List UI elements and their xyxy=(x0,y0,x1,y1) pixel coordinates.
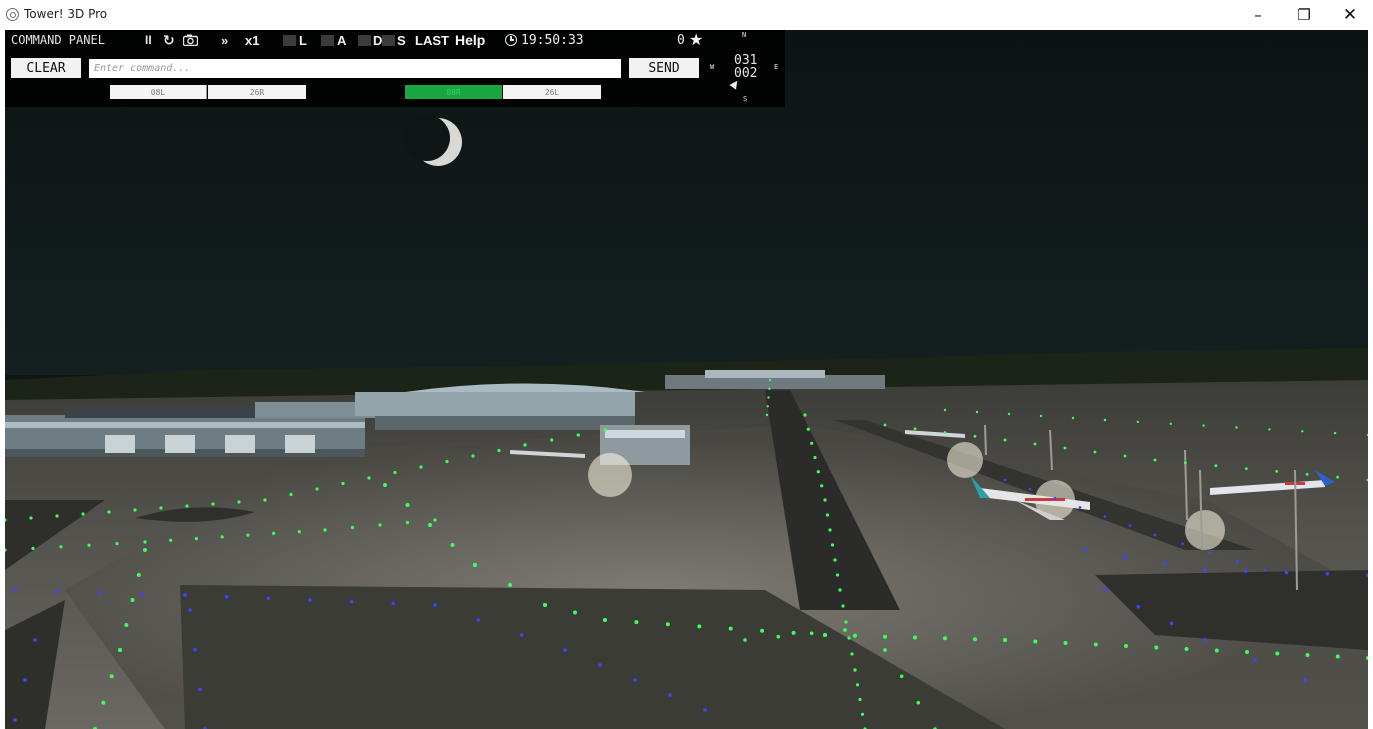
3d-viewport[interactable]: COMMAND PANEL II ↻ » x1 L A D S LAST Hel… xyxy=(5,30,1368,729)
command-panel: COMMAND PANEL II ↻ » x1 L A D S LAST Hel… xyxy=(5,30,785,107)
wind-speed: 002 xyxy=(734,66,758,81)
maximize-button[interactable]: ❐ xyxy=(1281,0,1327,30)
sim-clock: 19:50:33 xyxy=(521,33,584,48)
runway-26r-button[interactable]: 26R xyxy=(208,85,306,99)
send-button[interactable]: SEND xyxy=(629,58,699,78)
last-button[interactable]: LAST xyxy=(415,33,449,48)
compass-south: S xyxy=(743,95,748,103)
toggle-s-label: S xyxy=(397,33,406,48)
toggle-a-label: A xyxy=(337,33,347,48)
minimize-button[interactable]: – xyxy=(1235,0,1281,30)
star-icon: ★ xyxy=(689,32,704,49)
toggle-d-checkbox[interactable] xyxy=(358,35,371,46)
panel-title: COMMAND PANEL xyxy=(11,33,105,47)
fast-forward-icon[interactable]: » xyxy=(221,32,228,48)
toggle-d-label: D xyxy=(373,33,383,48)
compass-west: W xyxy=(710,63,715,71)
toggle-l-checkbox[interactable] xyxy=(283,35,296,46)
sim-speed[interactable]: x1 xyxy=(245,33,259,48)
compass-north: N xyxy=(742,31,747,39)
app-icon xyxy=(6,8,19,21)
score-value: 0 xyxy=(677,33,685,48)
runway-08l-button[interactable]: 08L xyxy=(110,85,207,99)
refresh-icon[interactable]: ↻ xyxy=(163,32,175,48)
airport-scene xyxy=(5,30,1368,729)
close-button[interactable]: ✕ xyxy=(1327,0,1373,30)
clear-button[interactable]: CLEAR xyxy=(11,58,81,78)
window-title: Tower! 3D Pro xyxy=(24,7,108,21)
runway-08r-button[interactable]: 08R xyxy=(405,85,502,99)
title-bar: Tower! 3D Pro – ❐ ✕ xyxy=(0,0,1373,30)
pause-icon[interactable]: II xyxy=(145,32,152,48)
toggle-a-checkbox[interactable] xyxy=(321,35,334,46)
command-input[interactable] xyxy=(89,59,621,78)
toggle-l-label: L xyxy=(299,33,307,48)
camera-icon[interactable] xyxy=(182,32,198,48)
help-button[interactable]: Help xyxy=(455,32,485,48)
runway-26l-button[interactable]: 26L xyxy=(503,85,601,99)
clock-icon xyxy=(505,34,517,46)
compass-east: E xyxy=(774,63,779,71)
toggle-s-checkbox[interactable] xyxy=(382,35,395,46)
